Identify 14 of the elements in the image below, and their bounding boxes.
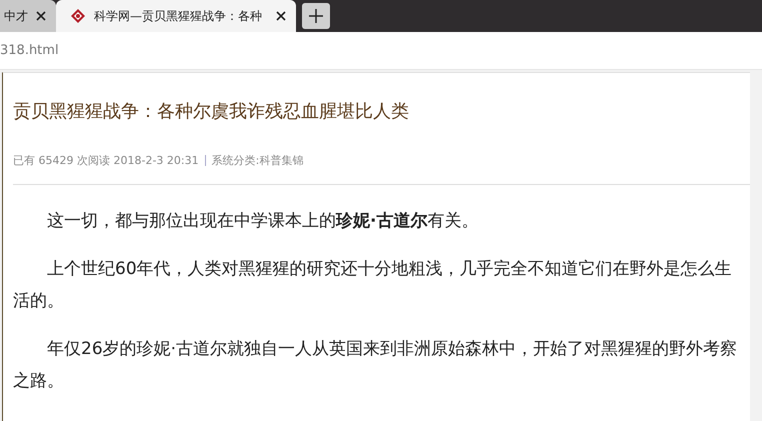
close-icon[interactable] — [36, 11, 46, 21]
browser-tab[interactable]: 中才 — [0, 0, 56, 32]
category-text: 系统分类:科普集锦 — [212, 153, 304, 168]
plus-icon — [308, 8, 324, 24]
paragraph: 这一切，都与那位出现在中学课本上的珍妮·古道尔有关。 — [46, 210, 480, 233]
paragraph: 年仅26岁的珍妮·古道尔就独自一人从英国来到非洲原始森林中，开始了对黑猩猩的野外考察之路。 — [13, 338, 738, 393]
article-title: 贡贝黑猩猩战争：各种尔虞我诈残忍血腥堪比人类 — [13, 100, 410, 123]
address-text[interactable]: 318.html — [0, 43, 59, 58]
new-tab-button[interactable] — [302, 3, 330, 29]
browser-tab[interactable]: 科学网—贡贝黑猩猩战争：各种 — [56, 0, 296, 32]
read-info: 已有 65429 次阅读 2018-2-3 20:31 — [13, 153, 199, 168]
site-logo-icon — [70, 8, 86, 24]
close-icon[interactable] — [276, 11, 286, 21]
paragraph: 上个世纪60年代，人类对黑猩猩的研究还十分地粗浅，几乎完全不知道它们在野外是怎么生活的。 — [13, 258, 733, 313]
